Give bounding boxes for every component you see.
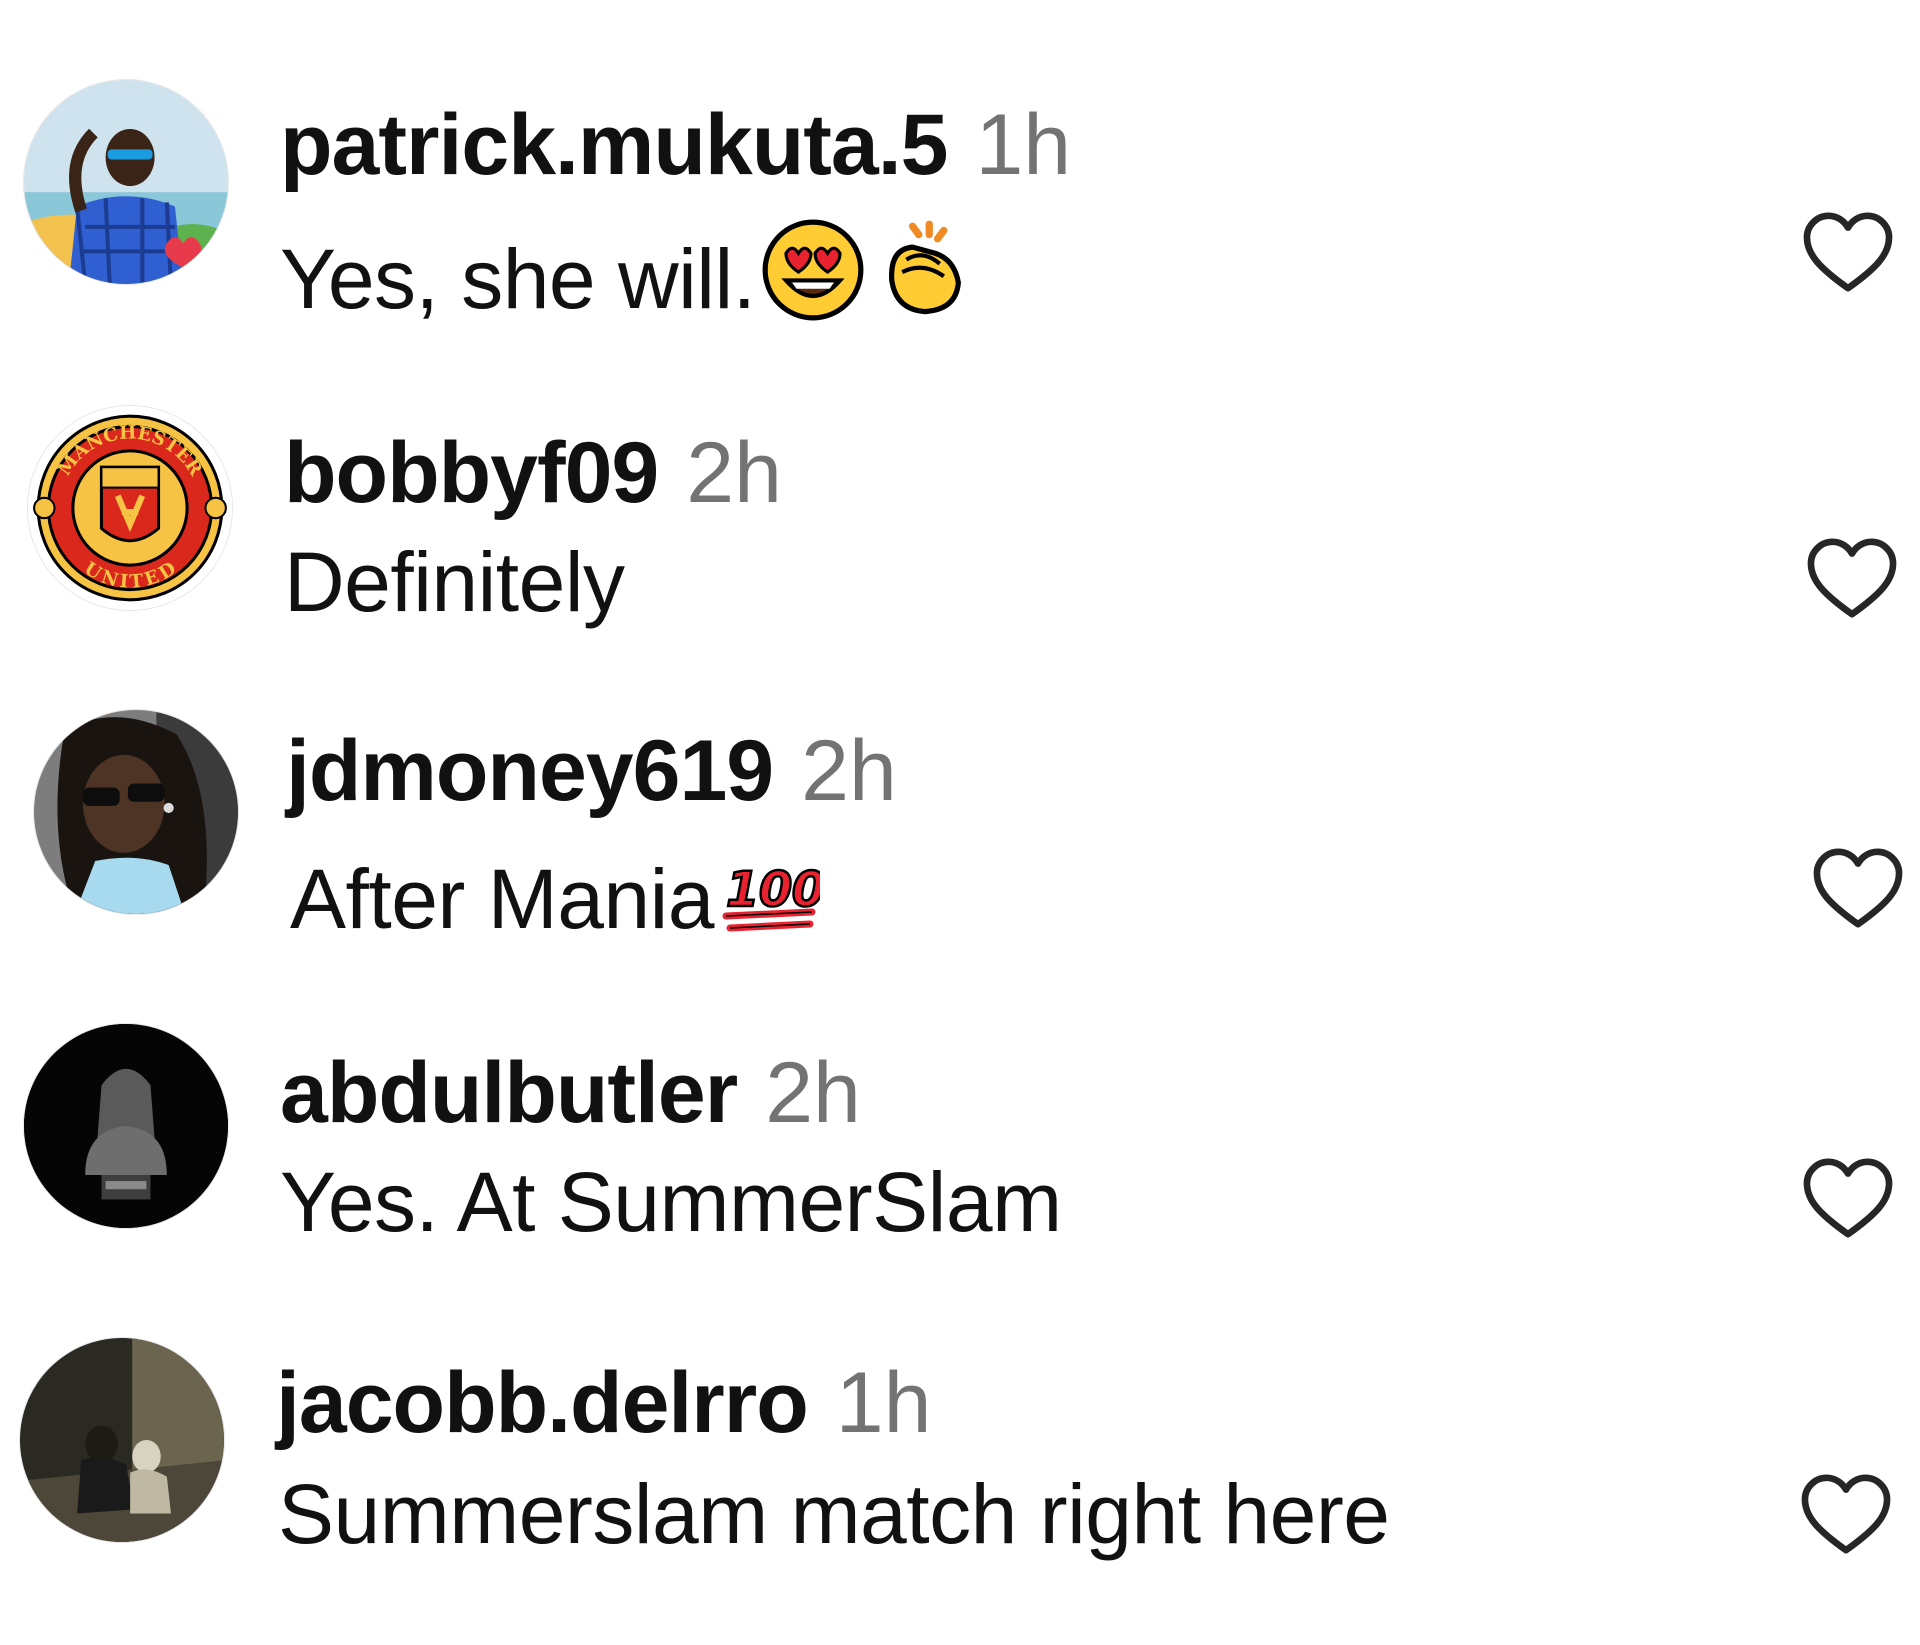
comment-body: Definitely bbox=[284, 535, 625, 629]
like-heart-icon[interactable] bbox=[1800, 210, 1896, 296]
comment-time: 1h bbox=[835, 1355, 932, 1451]
comment-body: Yes, she will. bbox=[280, 232, 756, 326]
username-text[interactable]: jacobb.delrro bbox=[276, 1355, 809, 1451]
comment-username[interactable]: jdmoney619 2h bbox=[286, 728, 897, 814]
comment-item: jacobb.delrro 1h Summerslam match right h… bbox=[0, 1330, 1920, 1560]
like-heart-icon[interactable] bbox=[1798, 1472, 1894, 1558]
comment-username[interactable]: jacobb.delrro 1h bbox=[276, 1360, 931, 1446]
avatar[interactable] bbox=[24, 80, 228, 284]
username-text[interactable]: abdulbutler bbox=[280, 1045, 738, 1141]
like-heart-icon[interactable] bbox=[1800, 1156, 1896, 1242]
comment-username[interactable]: bobbyf09 2h bbox=[284, 430, 782, 516]
comment-item: abdulbutler 2h Yes. At SummerSlam bbox=[0, 1016, 1920, 1246]
comment-body: Summerslam match right here bbox=[278, 1467, 1390, 1561]
comment-time: 2h bbox=[801, 723, 897, 819]
manchester-united-crest-avatar: MANCHESTER UNITED bbox=[28, 406, 232, 610]
comment-body: Yes. At SummerSlam bbox=[280, 1155, 1062, 1249]
comment-text: Yes. At SummerSlam bbox=[280, 1160, 1062, 1244]
comment-item: jdmoney619 2h After Mania 100 bbox=[0, 700, 1920, 941]
dark-photo-avatar bbox=[20, 1338, 224, 1542]
comment-time: 1h bbox=[975, 97, 1072, 193]
comment-time: 2h bbox=[686, 425, 782, 521]
avatar[interactable] bbox=[34, 710, 238, 914]
heart-eyes-emoji bbox=[761, 218, 865, 335]
comment-text: Summerslam match right here bbox=[278, 1472, 1390, 1556]
hundred-points-emoji: 100 bbox=[720, 842, 826, 955]
comment-text: After Mania 100 bbox=[290, 842, 826, 955]
username-text[interactable]: jdmoney619 bbox=[286, 723, 774, 819]
comment-text: Yes, she will. bbox=[280, 218, 975, 335]
statue-bust-dark-avatar bbox=[24, 1024, 228, 1228]
like-heart-icon[interactable] bbox=[1804, 536, 1900, 622]
comment-item: patrick.mukuta.5 1h Yes, she will. bbox=[0, 70, 1920, 321]
comment-username[interactable]: abdulbutler 2h bbox=[280, 1050, 861, 1136]
comment-text: Definitely bbox=[284, 540, 625, 624]
comment-time: 2h bbox=[765, 1045, 861, 1141]
avatar[interactable]: MANCHESTER UNITED bbox=[28, 406, 232, 610]
like-heart-icon[interactable] bbox=[1810, 846, 1906, 932]
clapping-hands-emoji bbox=[871, 218, 975, 335]
avatar[interactable] bbox=[24, 1024, 228, 1228]
person-blue-shirt-sunglasses-avatar bbox=[24, 80, 228, 284]
person-sunglasses-avatar bbox=[34, 710, 238, 914]
comment-body: After Mania bbox=[290, 852, 715, 946]
comment-item: MANCHESTER UNITED bobbyf09 2h Definitely bbox=[0, 396, 1920, 626]
username-text[interactable]: bobbyf09 bbox=[284, 425, 659, 521]
username-text[interactable]: patrick.mukuta.5 bbox=[280, 97, 948, 193]
comment-username[interactable]: patrick.mukuta.5 1h bbox=[280, 102, 1071, 188]
avatar[interactable] bbox=[20, 1338, 224, 1542]
